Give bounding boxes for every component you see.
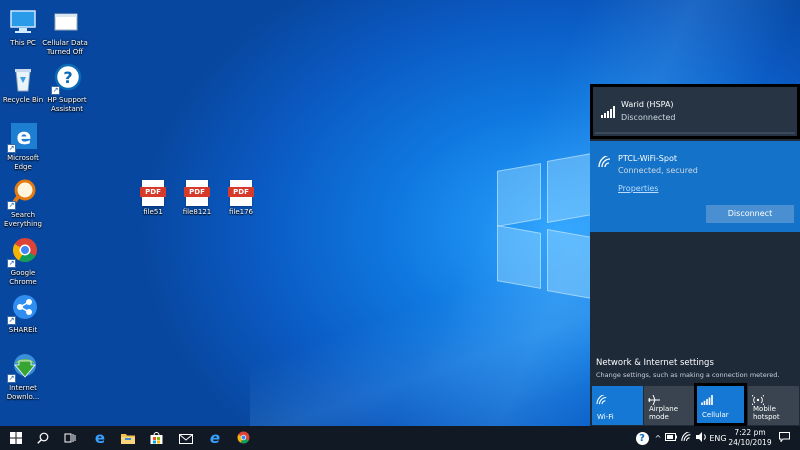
store-icon (150, 429, 163, 448)
properties-link[interactable]: Properties (618, 184, 658, 193)
chevron-up-icon: ^ (654, 433, 662, 443)
shortcut-arrow-icon: ↗ (51, 86, 60, 95)
start-icon (10, 429, 22, 448)
chrome-icon (237, 429, 250, 448)
taskbar: e e ? ^ ENG 7:22 pm 24/10/2019 (0, 426, 800, 450)
clock-date: 24/10/2019 (728, 438, 772, 447)
taskbar-chrome[interactable] (229, 426, 257, 450)
wifi-icon (680, 430, 692, 444)
chrome-icon: ↗ (7, 236, 39, 268)
volume-tray[interactable] (694, 426, 708, 450)
shortcut-arrow-icon: ↗ (7, 374, 16, 383)
taskbar-edge[interactable]: e (86, 426, 114, 450)
pdf-file-icon: PDF (140, 180, 166, 206)
desktop-icon-recycle-bin[interactable]: Recycle Bin (0, 63, 46, 105)
battery-icon (665, 433, 677, 443)
search-icon (37, 429, 49, 448)
action-center-button[interactable] (774, 426, 794, 450)
desktop-file-pdf[interactable]: PDF file51 (131, 180, 175, 217)
power-tray[interactable] (664, 426, 678, 450)
pdf-file-icon: PDF (228, 180, 254, 206)
desktop-icon-microsoft-edge[interactable]: e ↗ Microsoft Edge (0, 121, 46, 171)
search-button[interactable] (29, 426, 57, 450)
start-button[interactable] (2, 426, 30, 450)
search-everything-icon: ↗ (7, 178, 39, 210)
quick-action-airplane-mode[interactable]: Airplane mode (644, 386, 695, 425)
clock[interactable]: 7:22 pm 24/10/2019 (727, 428, 773, 448)
shortcut-arrow-icon: ↗ (7, 316, 16, 325)
hotspot-icon (750, 390, 766, 406)
cellular-signal-icon (601, 103, 615, 118)
connection-progress-line (595, 132, 795, 134)
svg-text:e: e (17, 125, 32, 150)
svg-text:?: ? (63, 68, 72, 87)
disconnect-button[interactable]: Disconnect (706, 205, 794, 223)
task-view-button[interactable] (56, 426, 84, 450)
pdf-file-icon: PDF (184, 180, 210, 206)
taskbar-mail[interactable] (172, 426, 200, 450)
desktop-icon-cellular-data-file[interactable]: Cellular Data Turned Off (42, 6, 88, 56)
quick-action-mobile-hotspot[interactable]: Mobile hotspot (748, 386, 799, 425)
desktop-icon-internet-download-manager[interactable]: ↗ Internet Downlo... (0, 351, 46, 401)
notification-icon (778, 432, 790, 444)
edge-icon: e (94, 429, 106, 447)
clock-time: 7:22 pm (734, 428, 766, 437)
wifi-icon (598, 153, 612, 168)
network-settings-link[interactable]: Network & Internet settings (596, 358, 714, 368)
language-indicator[interactable]: ENG (708, 426, 728, 450)
internet-download-manager-icon: ↗ (7, 351, 39, 383)
airplane-icon (648, 390, 660, 406)
task-view-icon (64, 429, 76, 448)
hp-support-icon: ? ↗ (51, 63, 83, 95)
desktop-file-pdf[interactable]: PDF file176 (219, 180, 263, 217)
internet-explorer-icon: e (209, 429, 221, 447)
taskbar-store[interactable] (142, 426, 170, 450)
quick-action-wifi[interactable]: Wi-Fi (592, 386, 643, 425)
wifi-icon (596, 390, 608, 405)
help-icon: ? (635, 431, 649, 445)
taskbar-file-explorer[interactable] (114, 426, 142, 450)
network-tray[interactable] (679, 426, 693, 450)
this-pc-icon (7, 6, 39, 38)
network-item-warid[interactable]: Warid (HSPA) Disconnected (590, 84, 800, 139)
shortcut-arrow-icon: ↗ (7, 201, 16, 210)
speaker-icon (695, 432, 707, 444)
windows-logo-wallpaper (497, 145, 592, 299)
notepad-file-icon (49, 6, 81, 38)
taskbar-internet-explorer[interactable]: e (201, 426, 229, 450)
hp-support-tray[interactable]: ? (634, 426, 650, 450)
show-hidden-icons-button[interactable]: ^ (652, 426, 664, 450)
desktop-icon-this-pc[interactable]: This PC (0, 6, 46, 48)
shortcut-arrow-icon: ↗ (7, 144, 16, 153)
mail-icon (179, 429, 193, 448)
shortcut-arrow-icon: ↗ (7, 259, 16, 268)
network-item-ptcl-wifi[interactable]: PTCL-WiFi-Spot Connected, secured Proper… (590, 141, 800, 232)
desktop-icon-search-everything[interactable]: ↗ Search Everything (0, 178, 46, 228)
cellular-signal-icon (701, 390, 713, 405)
desktop-icon-hp-support[interactable]: ? ↗ HP Support Assistant (44, 63, 90, 113)
desktop-icon-shareit[interactable]: ↗ SHAREit (0, 293, 46, 335)
desktop-icon-google-chrome[interactable]: ↗ Google Chrome (0, 236, 46, 286)
edge-icon: e ↗ (7, 121, 39, 153)
quick-action-cellular[interactable]: Cellular (694, 383, 747, 426)
file-explorer-icon (121, 429, 135, 448)
shareit-icon: ↗ (7, 293, 39, 325)
network-settings-description: Change settings, such as making a connec… (596, 371, 780, 379)
recycle-bin-icon (7, 63, 39, 95)
desktop-file-pdf[interactable]: PDF file8121 (175, 180, 219, 217)
